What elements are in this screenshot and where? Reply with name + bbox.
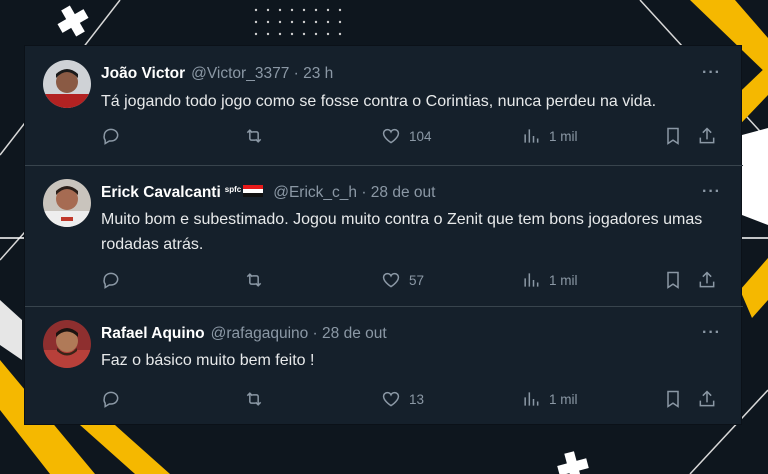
avatar[interactable]: [43, 320, 91, 368]
share-icon: [697, 270, 717, 290]
views-icon: [521, 270, 541, 290]
tweet-text: Tá jogando todo jogo como se fosse contr…: [101, 93, 657, 110]
views-icon: [521, 389, 541, 409]
tweet-actions: 104 1 mil: [25, 126, 743, 148]
spfc-badge: spfc: [224, 184, 242, 194]
tweet-actions: 13 1 mil: [25, 389, 743, 411]
author-name[interactable]: João Victor: [101, 65, 185, 83]
spfc-flag-icon: [243, 185, 264, 197]
author-handle[interactable]: @Erick_c_h · 28 de out: [273, 184, 435, 202]
replies-panel: João Victor @Victor_3377 · 23 h ··· Tá j…: [24, 45, 743, 426]
views-button[interactable]: 1 mil: [521, 270, 578, 290]
author-handle[interactable]: @rafagaquino · 28 de out: [211, 325, 387, 343]
views-icon: [521, 126, 541, 146]
like-count: 57: [409, 272, 425, 288]
views-button[interactable]: 1 mil: [521, 389, 578, 409]
bookmark-button[interactable]: [663, 126, 683, 146]
share-icon: [697, 389, 717, 409]
reply-icon: [101, 389, 121, 409]
bookmark-button[interactable]: [663, 389, 683, 409]
like-icon: [381, 270, 401, 290]
bookmark-button[interactable]: [663, 270, 683, 290]
views-count: 1 mil: [549, 272, 578, 288]
reply-icon: [101, 126, 121, 146]
like-button[interactable]: 104: [381, 126, 432, 146]
like-count: 13: [409, 391, 425, 407]
retweet-icon: [244, 270, 264, 290]
author-handle[interactable]: @Victor_3377 · 23 h: [191, 65, 333, 83]
share-button[interactable]: [697, 270, 717, 290]
tweet-actions: 57 1 mil: [25, 270, 743, 292]
bookmark-icon: [663, 389, 683, 409]
avatar[interactable]: [43, 60, 91, 108]
retweet-icon: [244, 389, 264, 409]
tweet-text: Faz o básico muito bem feito !: [101, 352, 315, 369]
views-count: 1 mil: [549, 391, 578, 407]
author-name[interactable]: Rafael Aquino: [101, 325, 205, 343]
tweet-text: Muito bom e subestimado. Jogou muito con…: [101, 211, 703, 253]
share-icon: [697, 126, 717, 146]
more-icon[interactable]: ···: [702, 64, 721, 82]
reply-button[interactable]: [101, 126, 121, 146]
author-name[interactable]: Erick Cavalcanti: [101, 184, 221, 202]
reply-icon: [101, 270, 121, 290]
like-button[interactable]: 57: [381, 270, 424, 290]
tweet-3[interactable]: Rafael Aquino @rafagaquino · 28 de out ·…: [25, 307, 743, 426]
retweet-icon: [244, 126, 264, 146]
like-count: 104: [409, 128, 432, 144]
tweet-2[interactable]: Erick Cavalcanti spfc @Erick_c_h · 28 de…: [25, 166, 743, 306]
retweet-button[interactable]: [244, 389, 264, 409]
bookmark-icon: [663, 270, 683, 290]
avatar[interactable]: [43, 179, 91, 227]
more-icon[interactable]: ···: [702, 324, 721, 342]
more-icon[interactable]: ···: [702, 183, 721, 201]
reply-button[interactable]: [101, 270, 121, 290]
like-icon: [381, 126, 401, 146]
share-button[interactable]: [697, 389, 717, 409]
tweet-1[interactable]: João Victor @Victor_3377 · 23 h ··· Tá j…: [25, 46, 743, 166]
like-button[interactable]: 13: [381, 389, 424, 409]
retweet-button[interactable]: [244, 126, 264, 146]
views-count: 1 mil: [549, 128, 578, 144]
retweet-button[interactable]: [244, 270, 264, 290]
views-button[interactable]: 1 mil: [521, 126, 578, 146]
reply-button[interactable]: [101, 389, 121, 409]
bookmark-icon: [663, 126, 683, 146]
share-button[interactable]: [697, 126, 717, 146]
like-icon: [381, 389, 401, 409]
